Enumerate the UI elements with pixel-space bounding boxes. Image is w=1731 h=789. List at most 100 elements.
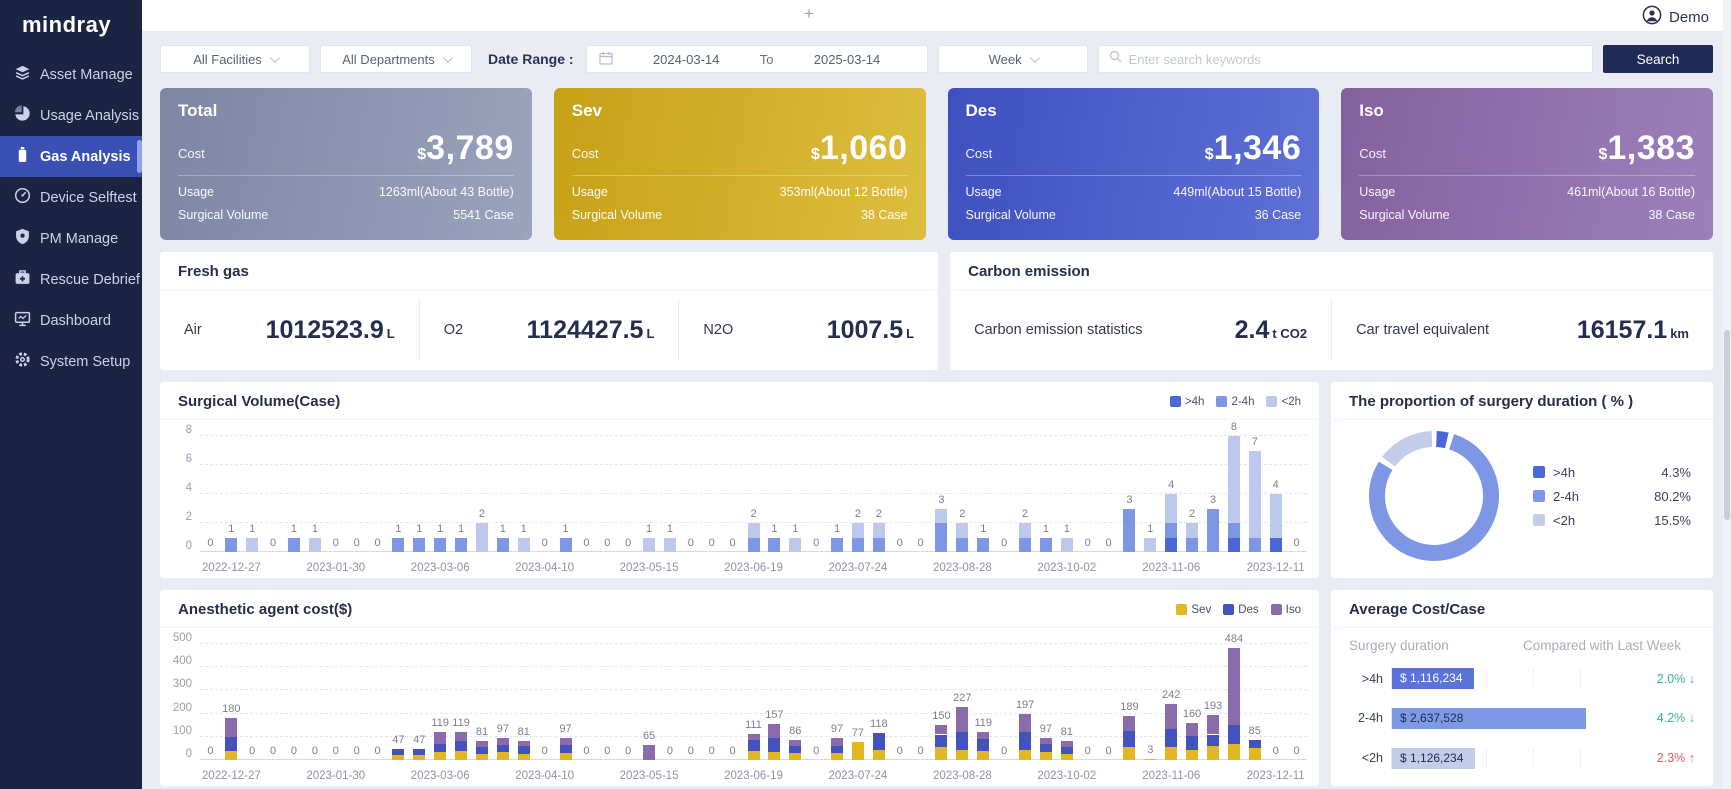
bar-segment	[831, 537, 844, 552]
bar-segment	[1123, 747, 1136, 760]
sidebar-item-rescue-debrief[interactable]: Rescue Debrief	[0, 259, 142, 300]
facility-select[interactable]: All Facilities	[160, 45, 310, 73]
bar-value-label: 86	[789, 725, 802, 738]
bar-segment	[1123, 716, 1136, 731]
bar-segment	[1060, 741, 1073, 748]
cost-value: 1,383	[1607, 129, 1695, 167]
legend-item[interactable]: Sev	[1176, 604, 1211, 616]
legend-item[interactable]: <2h	[1266, 396, 1301, 408]
sidebar-item-gas-analysis[interactable]: Gas Analysis	[0, 136, 142, 177]
legend-item[interactable]: Des	[1223, 604, 1259, 616]
bar-segment	[935, 508, 948, 523]
bar-value-label: 1	[771, 522, 778, 535]
bar-segment	[392, 749, 405, 756]
bar-value-label: 0	[1084, 745, 1091, 757]
search-input[interactable]	[1128, 51, 1582, 67]
bar-segment	[225, 736, 238, 751]
scrollbar-thumb[interactable]	[1724, 330, 1730, 520]
sidebar-item-label: Asset Manage	[40, 66, 133, 83]
bar-value-label: 2	[875, 508, 882, 520]
search-button[interactable]: Search	[1603, 45, 1713, 73]
bar-segment	[517, 537, 530, 552]
bar-segment	[747, 523, 760, 538]
legend-label: <2h	[1553, 512, 1576, 528]
bar-segment	[1186, 735, 1199, 750]
add-tab-button[interactable]: +	[804, 4, 814, 24]
bar-segment	[1123, 508, 1136, 552]
bar-value-label: 0	[207, 537, 214, 549]
bar-value-label: 0	[1293, 537, 1300, 549]
sidebar-item-label: Device Selftest	[40, 189, 137, 206]
x-tick-label: 2023-03-06	[410, 562, 470, 574]
cost-bar: $ 1,126,234	[1392, 747, 1476, 769]
bar-value-label: 1	[1147, 522, 1154, 535]
legend-item[interactable]: Iso	[1270, 603, 1301, 616]
duration-label: >4h	[1361, 671, 1383, 686]
bar-segment	[392, 537, 405, 552]
x-tick-label: 2023-12-11	[1246, 770, 1305, 782]
chevron-down-icon	[269, 52, 280, 63]
department-select[interactable]: All Departments	[320, 45, 472, 73]
legend-item[interactable]: 2-4h	[1216, 396, 1254, 408]
bar-value-label: 0	[604, 745, 611, 757]
y-tick-label: 4	[185, 482, 192, 494]
sidebar-item-dashboard[interactable]: Dashboard	[0, 300, 142, 341]
sidebar-item-usage-analysis[interactable]: Usage Analysis	[0, 95, 142, 136]
legend-value: 80.2%	[1654, 488, 1691, 504]
volume-label: Surgical Volume	[571, 208, 663, 222]
bar-segment	[768, 723, 781, 738]
gas-unit: L	[646, 325, 655, 341]
card-title: Iso	[1359, 101, 1384, 120]
currency-symbol: $	[811, 146, 820, 163]
bar-value-label: 1	[1042, 522, 1049, 535]
bar-value-label: 81	[1060, 726, 1073, 739]
granularity-select[interactable]: Week	[937, 45, 1088, 73]
bar-value-label: 4	[1168, 479, 1175, 491]
bar-value-label: 1	[562, 522, 569, 535]
cost-bar: $ 1,116,234	[1392, 668, 1475, 690]
bar-value-label: 97	[1039, 722, 1053, 735]
usage-value: 1263ml(About 43 Bottle)	[378, 185, 514, 199]
surgical-volume-panel: Surgical Volume(Case) >4h 2-4h <2h 0 2 4 6 8 0 1…	[160, 382, 1319, 578]
fresh-gas-o2: O2 1124427.5 L	[420, 299, 680, 361]
carbon-unit: t CO2	[1272, 325, 1308, 341]
bar-segment	[1019, 732, 1032, 750]
legend-item[interactable]: >4h	[1169, 395, 1205, 408]
x-tick-label: 2023-07-24	[828, 770, 888, 782]
bar-segment	[1207, 746, 1219, 760]
bar-value-label: 3	[1209, 493, 1217, 506]
bar-value-label: 1	[395, 522, 402, 535]
top-bar: + Demo	[142, 0, 1731, 32]
y-tick-label: 0	[185, 540, 192, 552]
bar-value-label: 1	[228, 522, 235, 535]
y-tick-label: 500	[172, 632, 192, 644]
volume-value: 38 Case	[1648, 208, 1695, 222]
page-scrollbar[interactable]	[1723, 0, 1731, 789]
sidebar-item-pm-manage[interactable]: PM Manage	[0, 218, 142, 259]
legend-label: Iso	[1285, 603, 1301, 616]
bar-segment	[1039, 751, 1052, 760]
bar-segment	[1186, 537, 1199, 552]
legend-label: >4h	[1184, 395, 1205, 408]
bar-segment	[559, 753, 572, 760]
duration-label: <2h	[1361, 751, 1383, 766]
sidebar-item-asset-manage[interactable]: Asset Manage	[0, 54, 142, 95]
legend-swatch	[1266, 396, 1278, 407]
grid-line	[200, 689, 1307, 691]
average-cost-row: >4h $ 1,116,234 2.0% ↓	[1349, 668, 1695, 690]
anesthetic-cost-chart: 0 100 200 300 400 500 0 180 0 0 0 0 0 0 0 47 47 119 119 81 9…	[160, 628, 1319, 786]
user-menu[interactable]: Demo	[1642, 5, 1709, 29]
fresh-gas-panel: Fresh gas Air 1012523.9 L O2 1124427.5 L N…	[160, 252, 939, 370]
average-cost-panel: Average Cost/Case Surgery duration Compa…	[1331, 590, 1713, 786]
bar-track: $ 1,126,234	[1391, 747, 1613, 769]
x-tick-label: 2023-11-06	[1142, 562, 1201, 574]
bar-segment	[475, 523, 488, 552]
bar-segment	[1227, 743, 1240, 760]
bar-value-label: 119	[452, 717, 470, 730]
stat-card-sev: Sev Cost $1,060 Usage 353ml(About 12 Bott…	[553, 88, 926, 240]
bar-value-label: 0	[687, 745, 694, 757]
sidebar-item-system-setup[interactable]: System Setup	[0, 341, 142, 382]
card-title: Des	[965, 101, 997, 120]
date-range-picker[interactable]: 2024-03-14 To 2025-03-14	[585, 45, 928, 73]
sidebar-item-device-selftest[interactable]: Device Selftest	[0, 177, 142, 218]
